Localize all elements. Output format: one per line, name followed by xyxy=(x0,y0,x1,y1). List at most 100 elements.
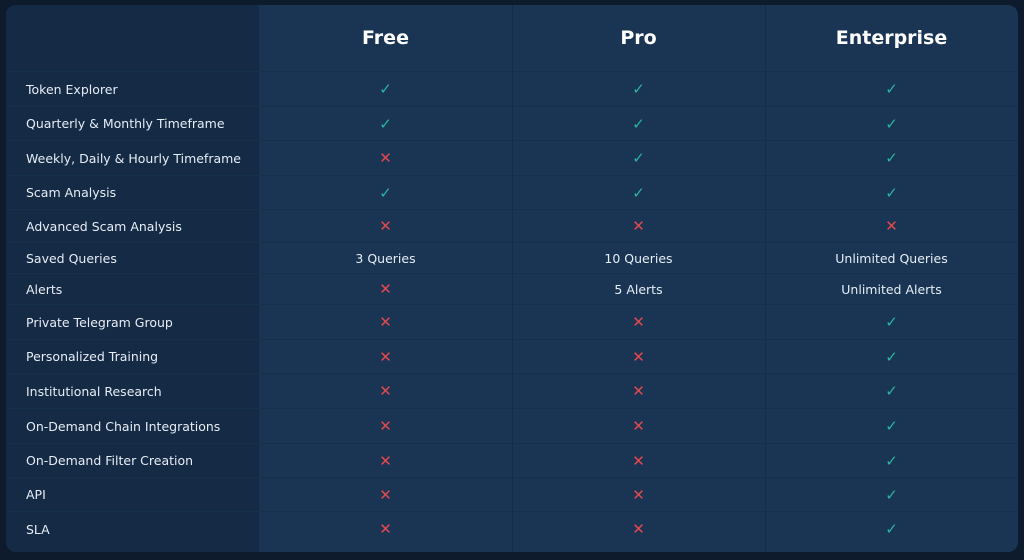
feature-label: Advanced Scam Analysis xyxy=(6,209,259,243)
cell-enterprise: Unlimited Queries xyxy=(765,242,1018,274)
cell-pro: ✓ xyxy=(512,140,765,176)
cross-icon: ✕ xyxy=(632,451,645,470)
feature-row: Private Telegram Group ✕ ✕ ✓ xyxy=(6,304,1018,340)
cell-free: ✕ xyxy=(259,408,512,444)
plan-header-pro: Pro xyxy=(620,27,657,49)
cell-enterprise: ✓ xyxy=(765,339,1018,374)
cell-enterprise: ✕ xyxy=(765,209,1018,243)
cross-icon: ✕ xyxy=(379,313,392,331)
cell-enterprise: Unlimited Alerts xyxy=(765,273,1018,305)
cell-enterprise: ✓ xyxy=(765,304,1018,340)
cell-enterprise: ✓ xyxy=(765,373,1018,409)
cross-icon: ✕ xyxy=(379,451,392,470)
feature-label: Scam Analysis xyxy=(6,175,259,210)
cell-free: ✕ xyxy=(259,443,512,478)
cross-icon: ✕ xyxy=(632,347,645,366)
cell-enterprise: ✓ xyxy=(765,477,1018,512)
feature-label: On-Demand Filter Creation xyxy=(6,443,259,478)
comparison-table: Free Pro Enterprise Token Explorer ✓ ✓ ✓ Qua… xyxy=(6,5,1018,547)
check-icon: ✓ xyxy=(885,520,898,539)
feature-row: Quarterly & Monthly Timeframe ✓ ✓ ✓ xyxy=(6,106,1018,141)
cell-pro: ✕ xyxy=(512,339,765,374)
cell-free: ✓ xyxy=(259,175,512,210)
check-icon: ✓ xyxy=(885,417,898,435)
feature-row: Weekly, Daily & Hourly Timeframe ✕ ✓ ✓ xyxy=(6,140,1018,176)
cell-pro: ✕ xyxy=(512,408,765,444)
feature-label: Weekly, Daily & Hourly Timeframe xyxy=(6,140,259,176)
cell-enterprise: ✓ xyxy=(765,408,1018,444)
feature-row: Saved Queries 3 Queries 10 Queries Unlimite… xyxy=(6,242,1018,274)
cell-free: 3 Queries xyxy=(259,242,512,274)
cell-free: ✕ xyxy=(259,209,512,243)
empty-header xyxy=(6,5,259,72)
pricing-comparison-table: Free Pro Enterprise Token Explorer ✓ ✓ ✓ Qua… xyxy=(6,5,1018,552)
cross-icon: ✕ xyxy=(632,313,645,331)
cross-icon: ✕ xyxy=(632,382,645,400)
check-icon: ✓ xyxy=(379,80,392,98)
feature-label: API xyxy=(6,477,259,512)
check-icon: ✓ xyxy=(379,114,392,133)
cross-icon: ✕ xyxy=(632,217,645,235)
cross-icon: ✕ xyxy=(379,280,392,298)
feature-row: On-Demand Filter Creation ✕ ✕ ✓ xyxy=(6,443,1018,478)
plan-header-enterprise: Enterprise xyxy=(835,27,948,49)
check-icon: ✓ xyxy=(379,183,392,202)
cell-enterprise: ✓ xyxy=(765,71,1018,107)
cell-pro: ✕ xyxy=(512,373,765,409)
cross-icon: ✕ xyxy=(379,382,392,400)
feature-label: Personalized Training xyxy=(6,339,259,374)
plan-header-free: Free xyxy=(362,27,409,49)
cell-free: ✕ xyxy=(259,304,512,340)
feature-label: Token Explorer xyxy=(6,71,259,107)
cell-pro: ✕ xyxy=(512,304,765,340)
cell-enterprise: ✓ xyxy=(765,511,1018,547)
check-icon: ✓ xyxy=(885,485,898,504)
cross-icon: ✕ xyxy=(379,149,392,167)
cell-pro: ✕ xyxy=(512,443,765,478)
cross-icon: ✕ xyxy=(632,520,645,539)
feature-row: Personalized Training ✕ ✕ ✓ xyxy=(6,339,1018,374)
cell-enterprise: ✓ xyxy=(765,106,1018,141)
cell-pro: ✕ xyxy=(512,209,765,243)
check-icon: ✓ xyxy=(632,183,645,202)
check-icon: ✓ xyxy=(632,149,645,167)
check-icon: ✓ xyxy=(632,114,645,133)
cross-icon: ✕ xyxy=(632,485,645,504)
feature-label: Institutional Research xyxy=(6,373,259,409)
cell-free: ✕ xyxy=(259,339,512,374)
feature-label: Quarterly & Monthly Timeframe xyxy=(6,106,259,141)
cell-enterprise: ✓ xyxy=(765,140,1018,176)
cross-icon: ✕ xyxy=(632,417,645,435)
cell-pro: ✓ xyxy=(512,106,765,141)
feature-label: On-Demand Chain Integrations xyxy=(6,408,259,444)
cell-pro: 5 Alerts xyxy=(512,273,765,305)
cell-free: ✓ xyxy=(259,106,512,141)
cell-enterprise: ✓ xyxy=(765,443,1018,478)
check-icon: ✓ xyxy=(632,80,645,98)
cell-free: ✕ xyxy=(259,373,512,409)
check-icon: ✓ xyxy=(885,149,898,167)
plan-header-row: Free Pro Enterprise xyxy=(6,5,1018,72)
cross-icon: ✕ xyxy=(379,417,392,435)
feature-row: Token Explorer ✓ ✓ ✓ xyxy=(6,71,1018,107)
cell-free: ✕ xyxy=(259,140,512,176)
feature-label: Saved Queries xyxy=(6,242,259,274)
check-icon: ✓ xyxy=(885,114,898,133)
feature-row: Advanced Scam Analysis ✕ ✕ ✕ xyxy=(6,209,1018,243)
feature-label: SLA xyxy=(6,511,259,547)
feature-row: API ✕ ✕ ✓ xyxy=(6,477,1018,512)
check-icon: ✓ xyxy=(885,80,898,98)
cell-free: ✓ xyxy=(259,71,512,107)
cross-icon: ✕ xyxy=(885,217,898,235)
cell-pro: ✓ xyxy=(512,71,765,107)
feature-row: SLA ✕ ✕ ✓ xyxy=(6,511,1018,547)
check-icon: ✓ xyxy=(885,382,898,400)
cell-free: ✕ xyxy=(259,477,512,512)
check-icon: ✓ xyxy=(885,313,898,331)
feature-row: On-Demand Chain Integrations ✕ ✕ ✓ xyxy=(6,408,1018,444)
cell-pro: ✕ xyxy=(512,511,765,547)
cell-enterprise: ✓ xyxy=(765,175,1018,210)
cell-pro: ✓ xyxy=(512,175,765,210)
feature-label: Alerts xyxy=(6,273,259,305)
cell-free: ✕ xyxy=(259,511,512,547)
